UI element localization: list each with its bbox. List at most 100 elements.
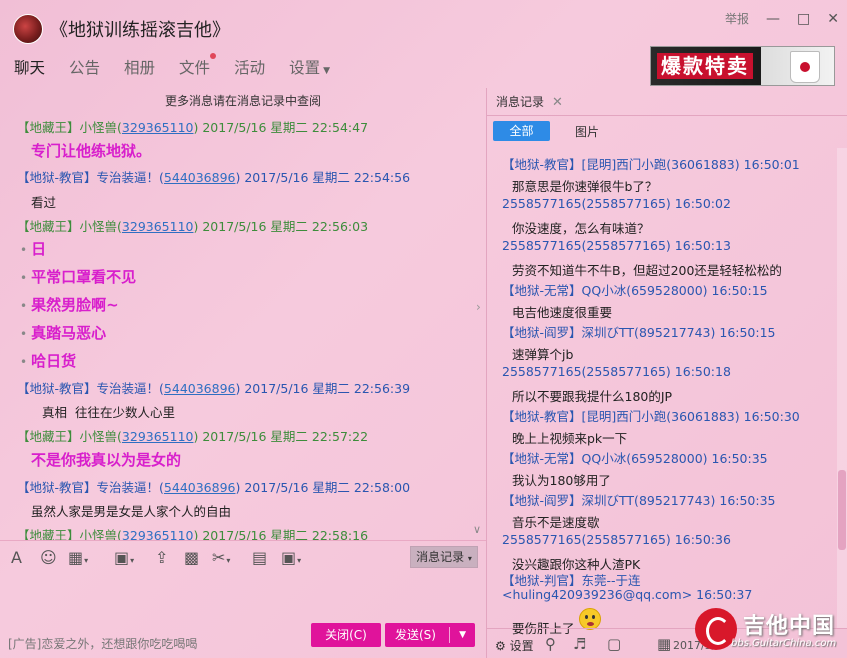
message-text: 不是你我真以为是女的 xyxy=(31,451,182,469)
trash-icon[interactable]: ▢ xyxy=(607,635,621,653)
history-header: 【地狱-阎罗】深圳びTT(895217743) 16:50:15 xyxy=(502,325,776,340)
history-header: 【地狱-阎罗】深圳びTT(895217743) 16:50:35 xyxy=(502,493,776,508)
emoji-icon[interactable]: ☺ xyxy=(40,548,57,567)
tab-announcement[interactable]: 公告 xyxy=(69,56,100,78)
message-line: 平常口罩看不见 xyxy=(31,268,137,286)
sender-role: 【地狱-教官】 xyxy=(17,170,97,185)
message-text: • 日 xyxy=(20,240,47,258)
message-history-label: 消息记录 xyxy=(416,550,465,564)
message-time: 2017/5/16 星期二 22:58:16 xyxy=(202,528,369,540)
history-text: 那意思是你速弹很牛b了？ xyxy=(512,179,658,194)
nav-tabs: 聊天 公告 相册 文件 活动 设置 ▼ xyxy=(14,53,354,78)
history-text: 没兴趣跟你这种人渣PK xyxy=(512,557,641,572)
message-text: 虽然人家是男是女是人家个人的自由 xyxy=(31,504,232,519)
history-text: 晚上上视频来pk一下 xyxy=(512,431,628,446)
screen-icon[interactable]: ▣▾ xyxy=(281,548,301,567)
filter-images-button[interactable]: 图片 xyxy=(575,123,599,140)
sender-qq[interactable]: 329365110 xyxy=(122,429,194,444)
history-header: 2558577165(2558577165) 16:50:02 xyxy=(502,196,731,211)
tab-chat[interactable]: 聊天 xyxy=(14,56,45,78)
watermark-logo: 吉他中国 bbs.GuitarChina.com xyxy=(695,608,845,654)
message-line: 果然男脸啊~ xyxy=(31,296,119,314)
upload-icon[interactable]: ⇪ xyxy=(155,548,168,567)
message-header: 【地藏王】小怪兽(329365110) 2017/5/16 星期二 22:57:… xyxy=(17,429,369,444)
tab-files[interactable]: 文件 xyxy=(179,53,217,78)
sender-name[interactable]: 小怪兽 xyxy=(80,528,118,540)
message-line: 哈日货 xyxy=(31,352,77,370)
calendar-icon[interactable]: ▦ xyxy=(657,635,671,653)
history-text: 速弹算个jb xyxy=(512,347,574,362)
scroll-down-icon[interactable]: ∨ xyxy=(473,523,481,536)
notification-dot xyxy=(210,53,217,59)
sender-qq[interactable]: 329365110 xyxy=(122,120,194,135)
sender-name[interactable]: 专治装逼！ xyxy=(97,381,160,396)
watermark-title: 吉他中国 xyxy=(743,614,836,639)
message-text: • 果然男脸啊~ xyxy=(20,296,119,314)
history-text: 所以不要跟我提什么180的JP xyxy=(512,389,673,404)
history-header: 2558577165(2558577165) 16:50:18 xyxy=(502,364,731,379)
tab-message-history[interactable]: 消息记录 ✕ xyxy=(496,93,563,110)
more-messages-notice[interactable]: 更多消息请在消息记录中查阅 xyxy=(0,92,486,109)
message-history-button[interactable]: 消息记录 ▾ xyxy=(410,546,478,568)
send-divider xyxy=(449,627,450,643)
message-time: 2017/5/16 星期二 22:58:00 xyxy=(244,480,411,495)
sender-name[interactable]: 小怪兽 xyxy=(80,429,118,444)
message-time: 2017/5/16 星期二 22:57:22 xyxy=(202,429,369,444)
close-tab-icon[interactable]: ✕ xyxy=(552,95,563,110)
send-button[interactable]: 发送(S) ▼ xyxy=(385,623,475,647)
sender-qq[interactable]: 544036896 xyxy=(164,480,236,495)
settings-button[interactable]: ⚙ 设置 xyxy=(495,637,534,654)
sender-name[interactable]: 专治装逼！ xyxy=(97,170,160,185)
ad-text-link[interactable]: [广告]恋爱之外，还想跟你吃吃喝喝 xyxy=(8,635,197,652)
maximize-icon[interactable]: □ xyxy=(797,11,810,27)
input-toolbar: A ☺ ▦▾ ▣▾ ⇪ ▩ ✂▾ ▤ ▣▾ 消息记录 ▾ xyxy=(0,540,486,572)
history-tab-label: 消息记录 xyxy=(496,95,545,109)
group-avatar[interactable] xyxy=(13,14,43,44)
scrollbar-thumb[interactable] xyxy=(838,470,846,550)
filter-all-button[interactable]: 全部 xyxy=(493,121,550,141)
cup-image xyxy=(790,51,820,83)
history-header: 2558577165(2558577165) 16:50:13 xyxy=(502,238,731,253)
red-packet-icon[interactable]: ▤ xyxy=(252,548,267,567)
sender-qq[interactable]: 544036896 xyxy=(164,170,236,185)
message-header: 【地狱-教官】专治装逼！(544036896) 2017/5/16 星期二 22… xyxy=(17,170,411,185)
speaker-icon[interactable]: ♬ xyxy=(573,635,586,653)
chevron-down-icon: ▾ xyxy=(467,554,472,563)
send-options-icon[interactable]: ▼ xyxy=(459,623,466,647)
sender-name[interactable]: 小怪兽 xyxy=(80,219,118,234)
history-header: 【地狱-教官】[昆明]西门小跑(36061883) 16:50:01 xyxy=(502,157,800,172)
message-header: 【地藏王】小怪兽(329365110) 2017/5/16 星期二 22:58:… xyxy=(17,525,368,540)
tab-settings[interactable]: 设置 ▼ xyxy=(289,56,330,78)
sender-name[interactable]: 专治装逼！ xyxy=(97,480,160,495)
message-text: • 平常口罩看不见 xyxy=(20,268,137,286)
message-header: 【地狱-教官】专治装逼！(544036896) 2017/5/16 星期二 22… xyxy=(17,381,411,396)
tab-activity[interactable]: 活动 xyxy=(234,56,265,78)
collapse-panel-icon[interactable]: › xyxy=(476,300,486,320)
search-icon[interactable]: ⚲ xyxy=(545,635,556,653)
close-button[interactable]: 关闭(C) xyxy=(311,623,381,647)
sender-qq[interactable]: 329365110 xyxy=(122,528,194,540)
settings-label: 设置 xyxy=(509,639,534,653)
sender-qq[interactable]: 544036896 xyxy=(164,381,236,396)
report-link[interactable]: 举报 xyxy=(725,10,749,27)
tab-album[interactable]: 相册 xyxy=(124,56,155,78)
font-icon[interactable]: A xyxy=(11,548,22,567)
sender-qq[interactable]: 329365110 xyxy=(122,219,194,234)
sender-role: 【地藏王】 xyxy=(17,528,80,540)
minimize-icon[interactable]: — xyxy=(766,11,780,27)
gif-icon[interactable]: ▦▾ xyxy=(68,548,88,567)
gift-icon[interactable]: ▩ xyxy=(184,548,199,567)
history-scrollbar[interactable] xyxy=(837,148,847,628)
image-icon[interactable]: ▣▾ xyxy=(114,548,134,567)
message-text: 看过 xyxy=(31,195,57,210)
ad-banner[interactable]: 爆款特卖 xyxy=(650,46,835,86)
scissors-icon[interactable]: ✂▾ xyxy=(212,548,230,567)
close-icon[interactable]: ✕ xyxy=(827,11,839,27)
message-line: 日 xyxy=(31,240,47,258)
sender-role: 【地藏王】 xyxy=(17,219,80,234)
ad-banner-text: 爆款特卖 xyxy=(657,53,753,79)
sender-name[interactable]: 小怪兽 xyxy=(80,120,118,135)
history-text: 电吉他速度很重要 xyxy=(512,305,613,320)
message-text: • 哈日货 xyxy=(20,352,77,370)
sender-role: 【地藏王】 xyxy=(17,120,80,135)
